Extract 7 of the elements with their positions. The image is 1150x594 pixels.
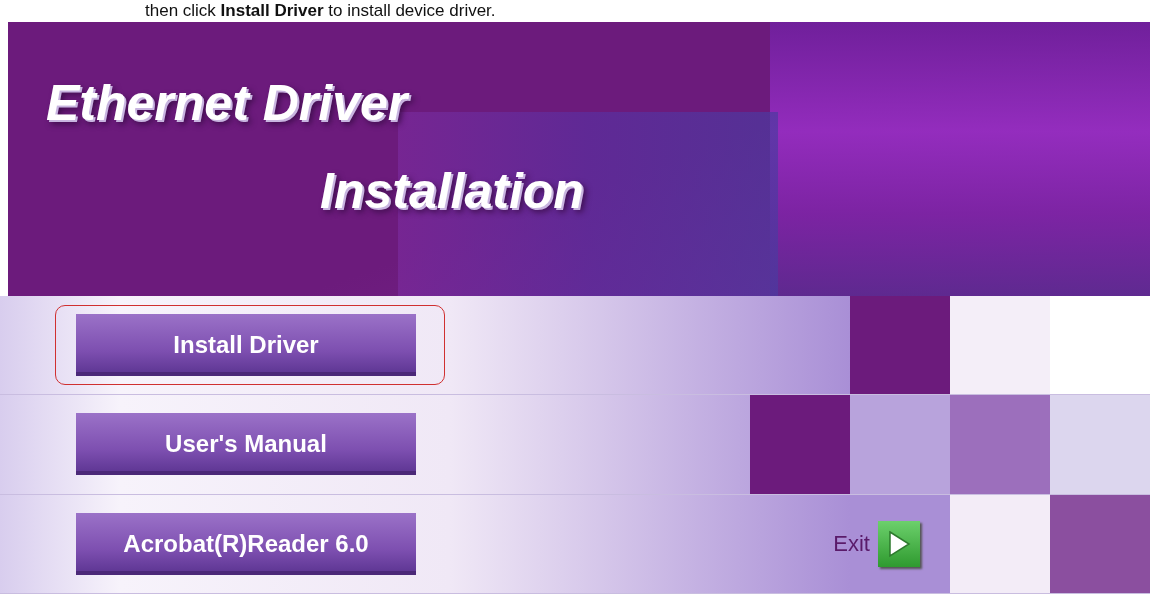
instruction-text: then click Install Driver to install device driver.: [144, 0, 497, 22]
banner-subtitle: Installation: [320, 162, 585, 220]
menu-button[interactable]: Acrobat(R)Reader 6.0: [76, 512, 416, 575]
banner-title: Ethernet Driver: [46, 74, 411, 132]
menu-button[interactable]: User's Manual: [76, 413, 416, 476]
exit-label: Exit: [833, 530, 870, 557]
menu-button[interactable]: Install Driver: [76, 314, 416, 377]
